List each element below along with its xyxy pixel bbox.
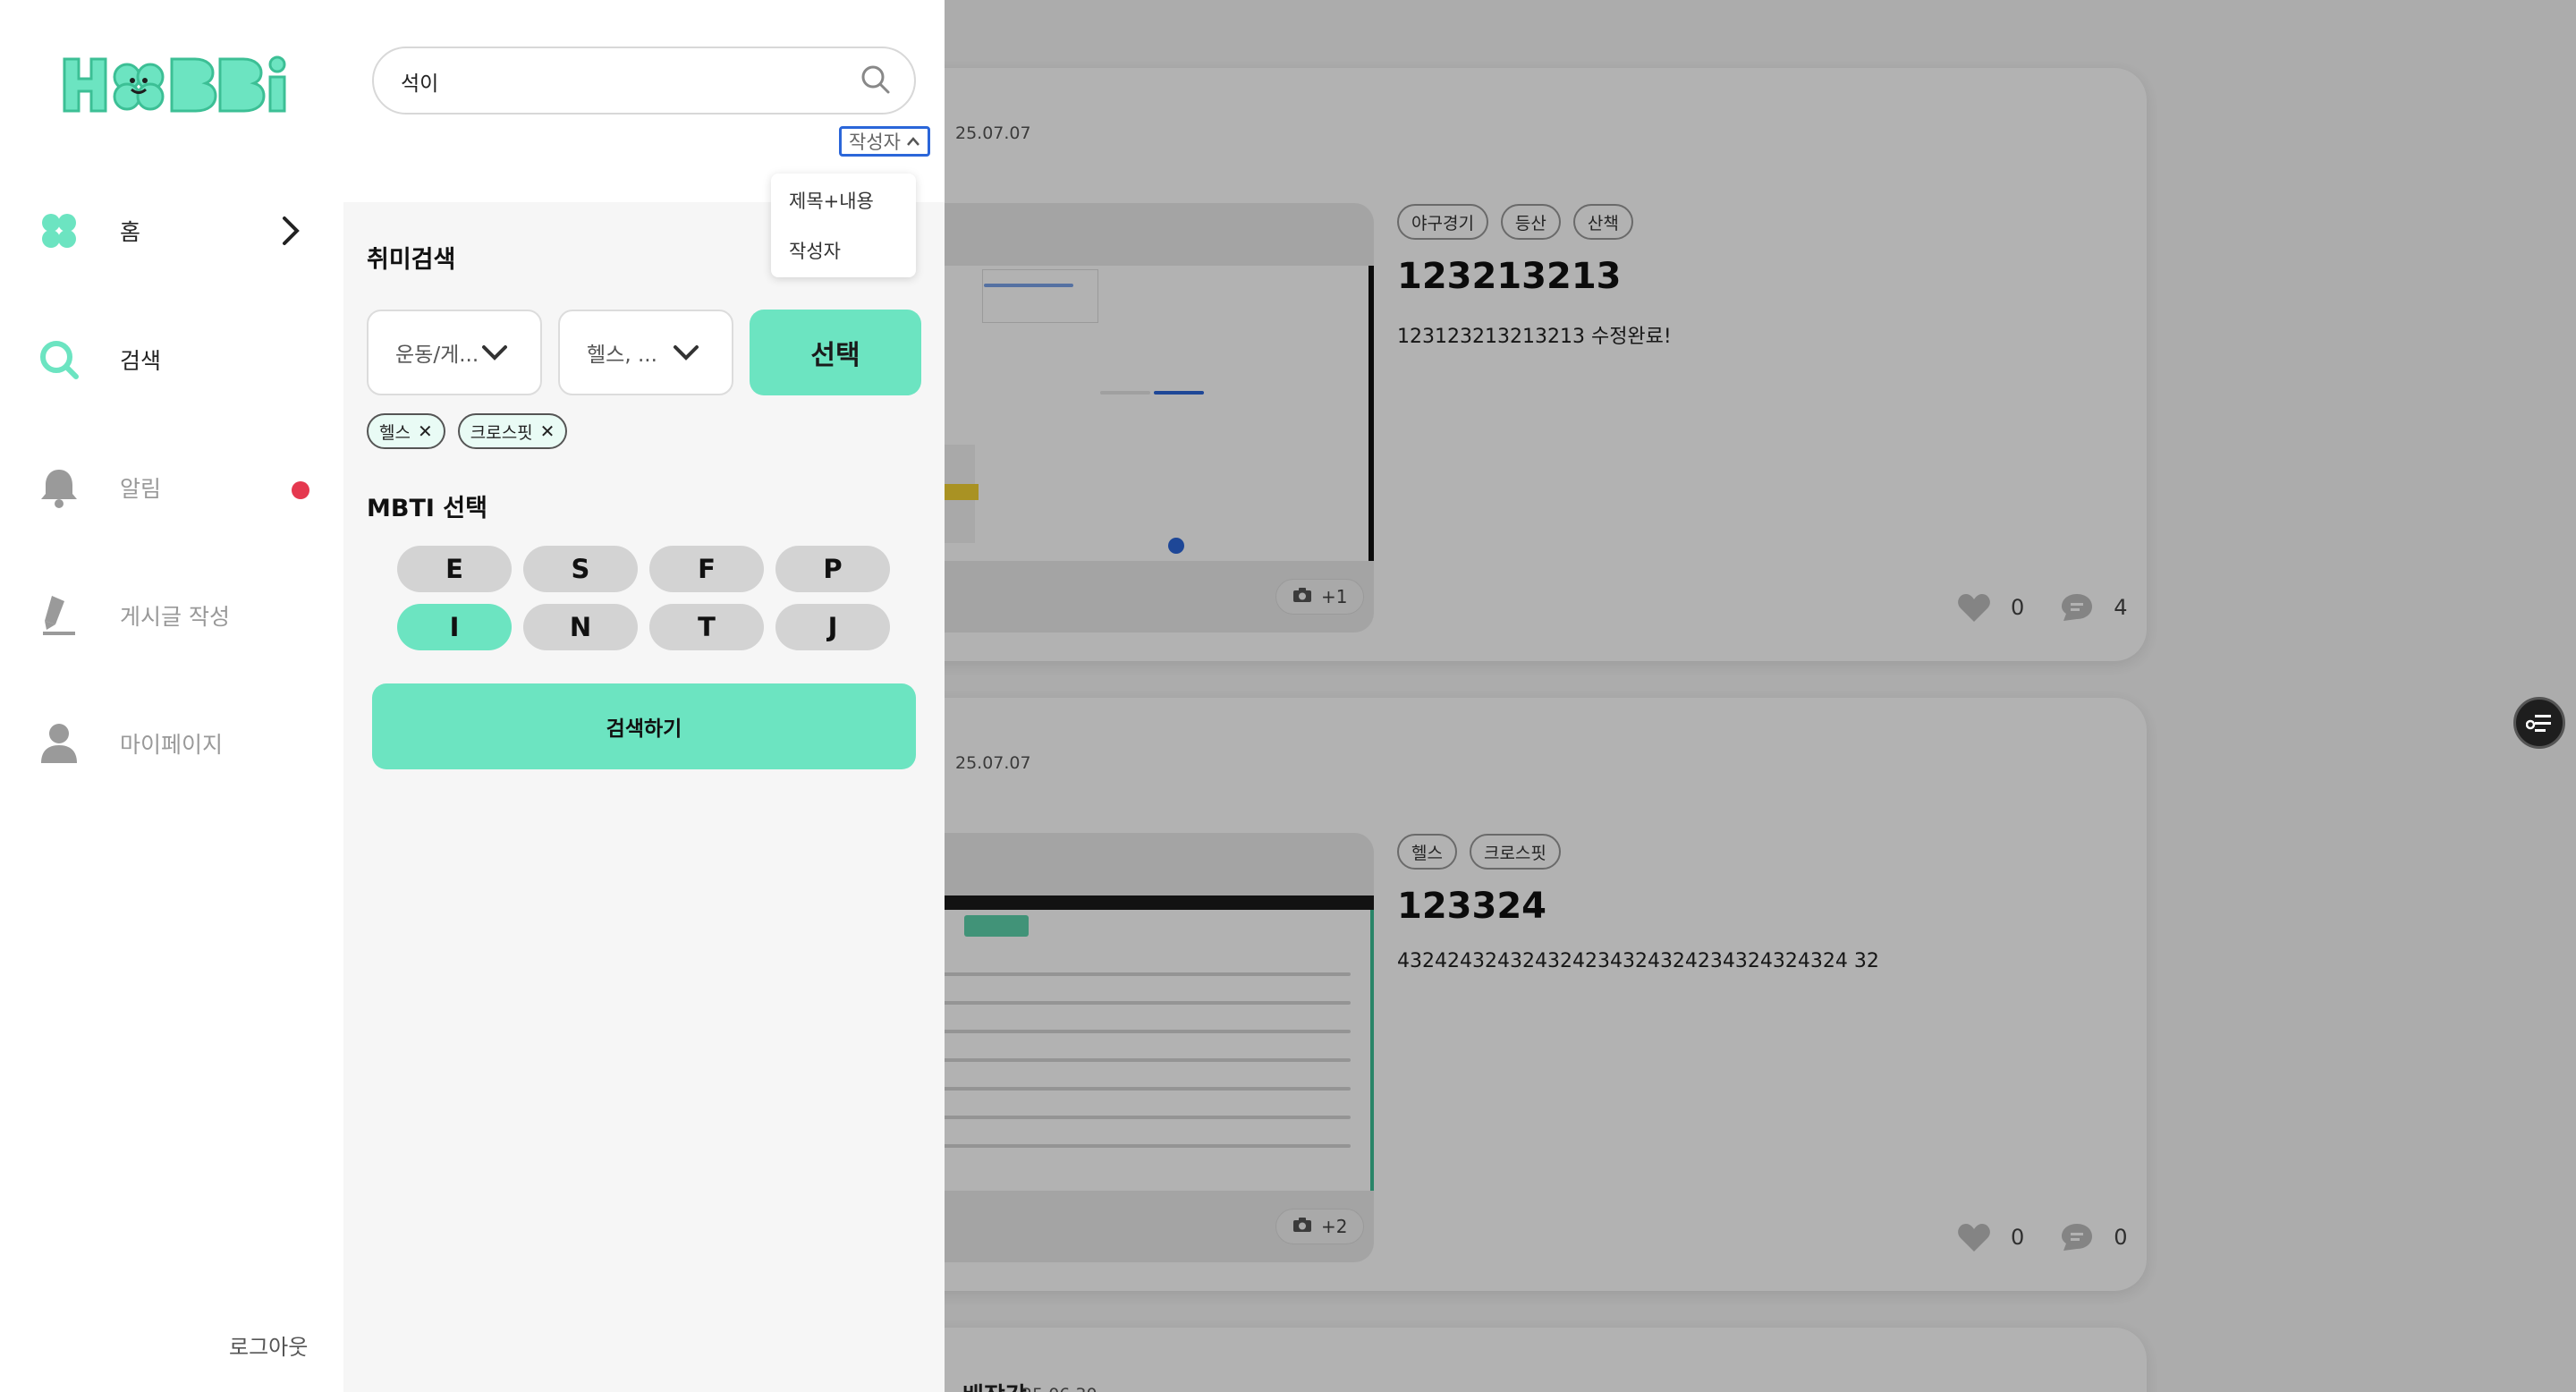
hobbi-logo-icon xyxy=(63,55,286,113)
close-icon[interactable]: ✕ xyxy=(418,420,433,442)
logout-button[interactable]: 로그아웃 xyxy=(229,1329,308,1361)
select-value: 헬스, ... xyxy=(587,344,657,367)
select-value: 운동/게... xyxy=(395,344,479,367)
search-bar[interactable] xyxy=(372,47,916,115)
dropdown-option-author[interactable]: 작성자 xyxy=(789,237,841,264)
mbti-button-j[interactable]: J xyxy=(775,604,890,650)
chevron-right-icon[interactable] xyxy=(279,216,302,250)
mbti-button-i[interactable]: I xyxy=(397,604,512,650)
mbti-button-f[interactable]: F xyxy=(649,546,764,592)
sidebar-item-search[interactable]: 검색 xyxy=(36,333,313,386)
mbti-button-e[interactable]: E xyxy=(397,546,512,592)
hobby-chip[interactable]: 헬스 ✕ xyxy=(367,413,445,449)
search-submit-button[interactable]: 검색하기 xyxy=(372,683,916,769)
sidebar-item-alarm[interactable]: 알림 xyxy=(36,461,313,514)
hobby-chip[interactable]: 크로스핏 ✕ xyxy=(457,413,568,449)
select-button[interactable]: 선택 xyxy=(750,310,921,395)
mbti-heading: MBTI 선택 xyxy=(367,495,487,522)
hobby-category-select[interactable]: 운동/게... xyxy=(367,310,542,395)
sidebar-item-label: 알림 xyxy=(120,476,162,502)
search-type-label: 작성자 xyxy=(849,132,901,153)
hobby-detail-select[interactable]: 헬스, ... xyxy=(558,310,733,395)
sidebar-item-label: 검색 xyxy=(120,348,162,374)
search-icon[interactable] xyxy=(860,64,891,98)
filter-fab-button[interactable] xyxy=(2513,697,2565,749)
sidebar-item-write[interactable]: 게시글 작성 xyxy=(36,589,313,642)
sidebar-item-label: 마이페이지 xyxy=(120,732,224,758)
chevron-down-icon xyxy=(673,344,699,367)
search-header: 작성자 xyxy=(343,0,945,202)
sidebar-item-home[interactable]: 홈 xyxy=(36,204,313,258)
chevron-up-icon xyxy=(907,137,919,146)
close-icon[interactable]: ✕ xyxy=(540,420,555,442)
notification-dot xyxy=(292,481,309,499)
search-icon xyxy=(36,336,82,383)
sidebar-item-label: 홈 xyxy=(120,219,141,245)
user-icon xyxy=(36,720,82,767)
search-type-dropdown: 제목+내용 작성자 xyxy=(771,174,916,277)
search-input[interactable] xyxy=(401,64,848,98)
selected-hobby-chips: 헬스 ✕ 크로스핏 ✕ xyxy=(367,413,568,449)
logo[interactable] xyxy=(61,54,297,120)
hobby-search-heading: 취미검색 xyxy=(367,246,456,274)
bell-icon xyxy=(36,464,82,511)
dropdown-option-title-content[interactable]: 제목+내용 xyxy=(789,187,874,214)
search-type-select[interactable]: 작성자 xyxy=(839,126,930,157)
clover-icon xyxy=(36,208,82,254)
sidebar: 홈 검색 알림 게시글 작성 마이페이지 로그아웃 xyxy=(0,0,343,1392)
sort-icon xyxy=(2526,715,2551,732)
chevron-down-icon xyxy=(481,344,508,367)
sidebar-item-mypage[interactable]: 마이페이지 xyxy=(36,717,313,770)
mbti-button-p[interactable]: P xyxy=(775,546,890,592)
mbti-button-s[interactable]: S xyxy=(523,546,638,592)
pencil-icon xyxy=(36,592,82,639)
mbti-button-n[interactable]: N xyxy=(523,604,638,650)
sidebar-item-label: 게시글 작성 xyxy=(120,604,230,630)
mbti-button-t[interactable]: T xyxy=(649,604,764,650)
